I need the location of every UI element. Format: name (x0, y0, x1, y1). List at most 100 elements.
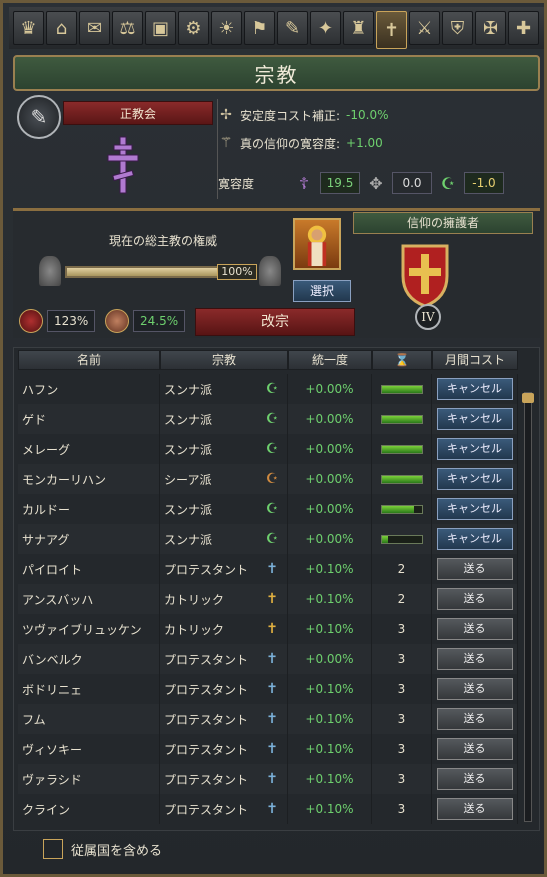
select-button[interactable]: 選択 (293, 280, 351, 302)
religion-name: プロテスタント (164, 562, 249, 577)
country-name[interactable]: メレーグ (18, 434, 160, 464)
tab-government-icon[interactable]: ⌂ (46, 11, 77, 45)
cancel-button[interactable]: キャンセル (436, 468, 513, 490)
saint-icon-portrait[interactable] (293, 218, 341, 270)
cancel-button[interactable]: キャンセル (436, 438, 513, 460)
country-name[interactable]: バンベルク (18, 644, 160, 674)
cancel-button[interactable]: キャンセル (436, 408, 513, 430)
footer: 従属国を含める (43, 839, 162, 859)
country-name[interactable]: モンカーリハン (18, 464, 160, 494)
unity-value: +0.00% (288, 374, 372, 404)
country-name[interactable]: クライン (18, 794, 160, 824)
action-cell: キャンセル (432, 494, 518, 524)
table-row[interactable]: ヴィソキー プロテスタント ✝ +0.10% 3 送る (18, 734, 518, 764)
modifier-row: ⚚ 真の信仰の寛容度: +1.00 (218, 129, 538, 157)
country-name[interactable]: ヴィソキー (18, 734, 160, 764)
send-button[interactable]: 送る (436, 798, 513, 820)
defender-shield-icon[interactable] (395, 240, 455, 310)
stat-left-value: 123% (47, 310, 96, 332)
header-name[interactable]: 名前 (18, 350, 160, 370)
table-row[interactable]: モンカーリハン シーア派 ☪ +0.00% キャンセル (18, 464, 518, 494)
progress-fill (381, 535, 388, 543)
months-remaining: 3 (397, 772, 406, 786)
country-name[interactable]: ヴァラシド (18, 764, 160, 794)
country-name[interactable]: ゲド (18, 404, 160, 434)
tab-economy-icon[interactable]: ⚖ (112, 11, 143, 45)
unity-value: +0.10% (288, 584, 372, 614)
religion-name: プロテスタント (164, 772, 249, 787)
country-name[interactable]: パイロイト (18, 554, 160, 584)
cancel-button[interactable]: キャンセル (436, 498, 513, 520)
months-remaining: 2 (397, 592, 406, 606)
patriarch-bust-icon (39, 256, 61, 286)
tab-estates-icon[interactable]: ♜ (343, 11, 374, 45)
table-row[interactable]: ヴァラシド プロテスタント ✝ +0.10% 3 送る (18, 764, 518, 794)
tab-expansion-icon[interactable]: ⚑ (244, 11, 275, 45)
time-cell: 3 (372, 674, 432, 704)
table-row[interactable]: サナアグ スンナ派 ☪ +0.00% キャンセル (18, 524, 518, 554)
send-button[interactable]: 送る (436, 738, 513, 760)
action-cell: 送る (432, 794, 518, 824)
table-row[interactable]: ボドリニェ プロテスタント ✝ +0.10% 3 送る (18, 674, 518, 704)
protestant-cross-icon: ✝ (266, 711, 278, 727)
convert-button[interactable]: 改宗 (195, 308, 355, 336)
tab-religion-icon[interactable]: ✝ (376, 11, 407, 49)
country-name[interactable]: サナアグ (18, 524, 160, 554)
send-button[interactable]: 送る (436, 588, 513, 610)
missionary-progress-bar (380, 474, 423, 484)
header-time[interactable]: ⌛ (372, 350, 432, 370)
unity-value: +0.10% (288, 734, 372, 764)
orthodox-cross-icon: ☦ (298, 173, 310, 193)
table-row[interactable]: フム プロテスタント ✝ +0.10% 3 送る (18, 704, 518, 734)
table-row[interactable]: ゲド スンナ派 ☪ +0.00% キャンセル (18, 404, 518, 434)
table-row[interactable]: パイロイト プロテスタント ✝ +0.10% 2 送る (18, 554, 518, 584)
tab-crown-icon[interactable]: ♛ (13, 11, 44, 45)
catholic-cross-icon: ✝ (266, 621, 278, 637)
country-name[interactable]: フム (18, 704, 160, 734)
tab-subjects-icon[interactable]: ⛨ (442, 11, 473, 45)
send-button[interactable]: 送る (436, 708, 513, 730)
catholic-cross-icon: ✝ (266, 591, 278, 607)
tab-production-icon[interactable]: ⚙ (178, 11, 209, 45)
include-subjects-checkbox[interactable] (43, 839, 63, 859)
country-name[interactable]: ツヴァイブリュッケン (18, 614, 160, 644)
header-religion[interactable]: 宗教 (160, 350, 288, 370)
action-cell: キャンセル (432, 374, 518, 404)
unity-value: +0.10% (288, 794, 372, 824)
send-button[interactable]: 送る (436, 558, 513, 580)
tab-decisions-icon[interactable]: ✎ (277, 11, 308, 45)
tolerance-heathen: -1.0 (464, 172, 504, 194)
progress-fill (381, 385, 422, 393)
header-unity[interactable]: 統一度 (288, 350, 372, 370)
table-scrollbar[interactable] (522, 392, 534, 822)
cancel-button[interactable]: キャンセル (436, 378, 513, 400)
country-name[interactable]: ハフン (18, 374, 160, 404)
table-row[interactable]: アンスバッハ カトリック ✝ +0.10% 2 送る (18, 584, 518, 614)
tab-military-icon[interactable]: ⚔ (409, 11, 440, 45)
tab-ideas-icon[interactable]: ☀ (211, 11, 242, 45)
table-row[interactable]: ハフン スンナ派 ☪ +0.00% キャンセル (18, 374, 518, 404)
send-button[interactable]: 送る (436, 618, 513, 640)
tab-army-icon[interactable]: ✠ (475, 11, 506, 45)
religion-cell: シーア派 ☪ (160, 464, 288, 494)
tab-extra-icon[interactable]: ✚ (508, 11, 539, 45)
send-button[interactable]: 送る (436, 678, 513, 700)
send-button[interactable]: 送る (436, 768, 513, 790)
country-name[interactable]: カルドー (18, 494, 160, 524)
stat-right: 24.5% (105, 308, 186, 334)
table-row[interactable]: ツヴァイブリュッケン カトリック ✝ +0.10% 3 送る (18, 614, 518, 644)
send-button[interactable]: 送る (436, 648, 513, 670)
country-name[interactable]: アンスバッハ (18, 584, 160, 614)
tab-trade-icon[interactable]: ▣ (145, 11, 176, 45)
table-row[interactable]: メレーグ スンナ派 ☪ +0.00% キャンセル (18, 434, 518, 464)
country-name[interactable]: ボドリニェ (18, 674, 160, 704)
unity-value: +0.00% (288, 494, 372, 524)
table-row[interactable]: バンベルク プロテスタント ✝ +0.00% 3 送る (18, 644, 518, 674)
scrollbar-thumb[interactable] (522, 393, 534, 403)
table-row[interactable]: クライン プロテスタント ✝ +0.10% 3 送る (18, 794, 518, 824)
cancel-button[interactable]: キャンセル (436, 528, 513, 550)
table-row[interactable]: カルドー スンナ派 ☪ +0.00% キャンセル (18, 494, 518, 524)
header-monthly-cost[interactable]: 月間コスト (432, 350, 518, 370)
tab-missions-icon[interactable]: ✦ (310, 11, 341, 45)
tab-diplomacy-icon[interactable]: ✉ (79, 11, 110, 45)
